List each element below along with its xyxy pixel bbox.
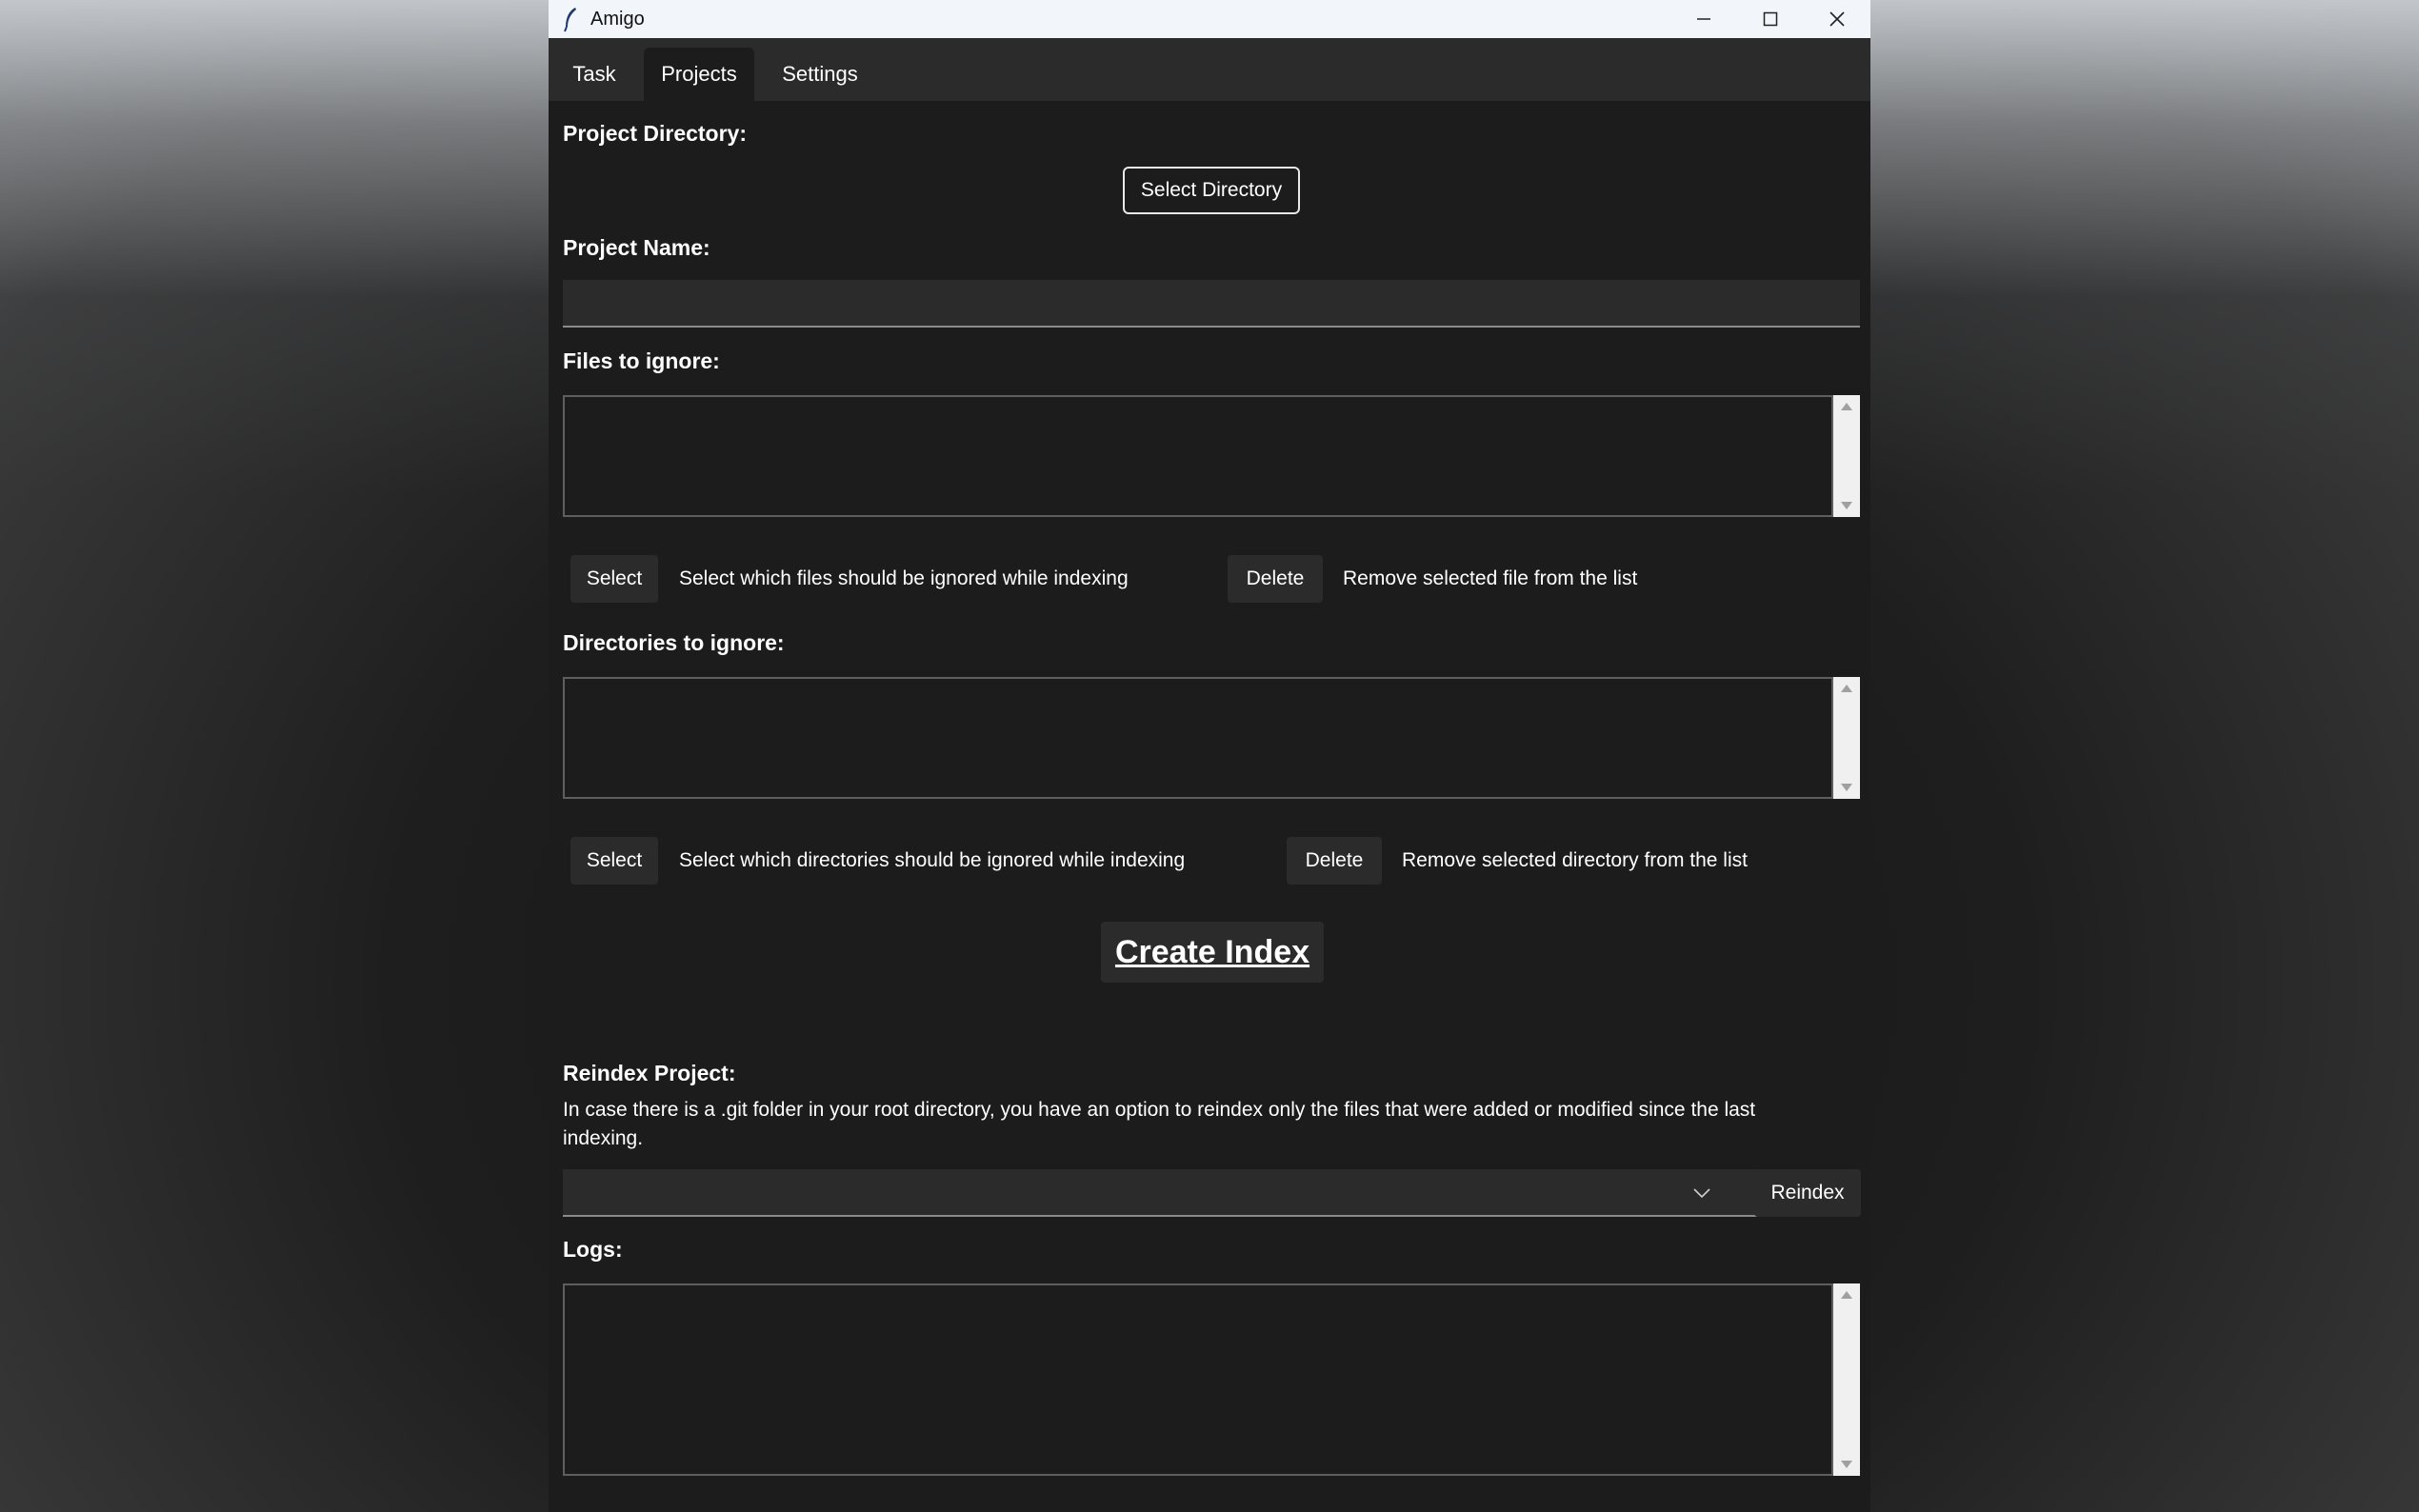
project-name-input[interactable]	[563, 280, 1860, 328]
reindex-project-dropdown[interactable]	[563, 1169, 1757, 1217]
delete-file-hint: Remove selected file from the list	[1343, 567, 1638, 589]
minimize-button[interactable]	[1670, 0, 1737, 38]
delete-directory-hint: Remove selected directory from the list	[1402, 849, 1748, 871]
files-to-ignore-label: Files to ignore:	[563, 348, 720, 373]
select-directories-button[interactable]: Select	[570, 837, 658, 885]
select-directories-hint: Select which directories should be ignor…	[679, 849, 1186, 871]
files-to-ignore-list[interactable]	[563, 395, 1833, 517]
tab-settings[interactable]: Settings	[762, 48, 878, 101]
delete-directory-button[interactable]: Delete	[1287, 837, 1382, 885]
directories-list-scrollbar[interactable]	[1833, 677, 1860, 799]
directories-to-ignore-label: Directories to ignore:	[563, 630, 785, 655]
title-bar[interactable]: Amigo	[549, 0, 1870, 38]
tab-task[interactable]: Task	[554, 48, 634, 101]
maximize-icon	[1763, 11, 1778, 27]
scroll-down-icon[interactable]	[1841, 784, 1852, 791]
logs-scrollbar[interactable]	[1833, 1283, 1860, 1476]
directories-to-ignore-list[interactable]	[563, 677, 1833, 799]
chevron-down-icon	[1693, 1188, 1710, 1199]
create-index-button[interactable]: Create Index	[1101, 922, 1324, 983]
tab-projects[interactable]: Projects	[644, 48, 754, 101]
scroll-up-icon[interactable]	[1841, 685, 1852, 692]
close-button[interactable]	[1804, 0, 1870, 38]
maximize-button[interactable]	[1737, 0, 1804, 38]
scroll-down-icon[interactable]	[1841, 502, 1852, 509]
feather-icon	[564, 8, 576, 32]
files-list-scrollbar[interactable]	[1833, 395, 1860, 517]
scroll-down-icon[interactable]	[1841, 1461, 1852, 1468]
close-icon	[1829, 11, 1845, 27]
reindex-project-label: Reindex Project:	[563, 1061, 736, 1085]
project-name-label: Project Name:	[563, 235, 710, 260]
logs-textarea[interactable]	[563, 1283, 1833, 1476]
minimize-icon	[1697, 18, 1710, 20]
reindex-button[interactable]: Reindex	[1754, 1169, 1861, 1217]
logs-label: Logs:	[563, 1237, 623, 1262]
scroll-up-icon[interactable]	[1841, 1291, 1852, 1299]
scroll-up-icon[interactable]	[1841, 403, 1852, 410]
tab-bar: Task Projects Settings	[549, 38, 1870, 101]
app-window: Amigo Task Projects Settings Project Dir…	[549, 0, 1870, 1512]
reindex-description: In case there is a .git folder in your r…	[563, 1099, 1756, 1149]
select-files-hint: Select which files should be ignored whi…	[679, 567, 1129, 589]
window-title: Amigo	[590, 9, 645, 30]
select-files-button[interactable]: Select	[570, 555, 658, 603]
select-directory-button[interactable]: Select Directory	[1123, 167, 1300, 214]
delete-file-button[interactable]: Delete	[1228, 555, 1323, 603]
project-directory-label: Project Directory:	[563, 121, 748, 146]
